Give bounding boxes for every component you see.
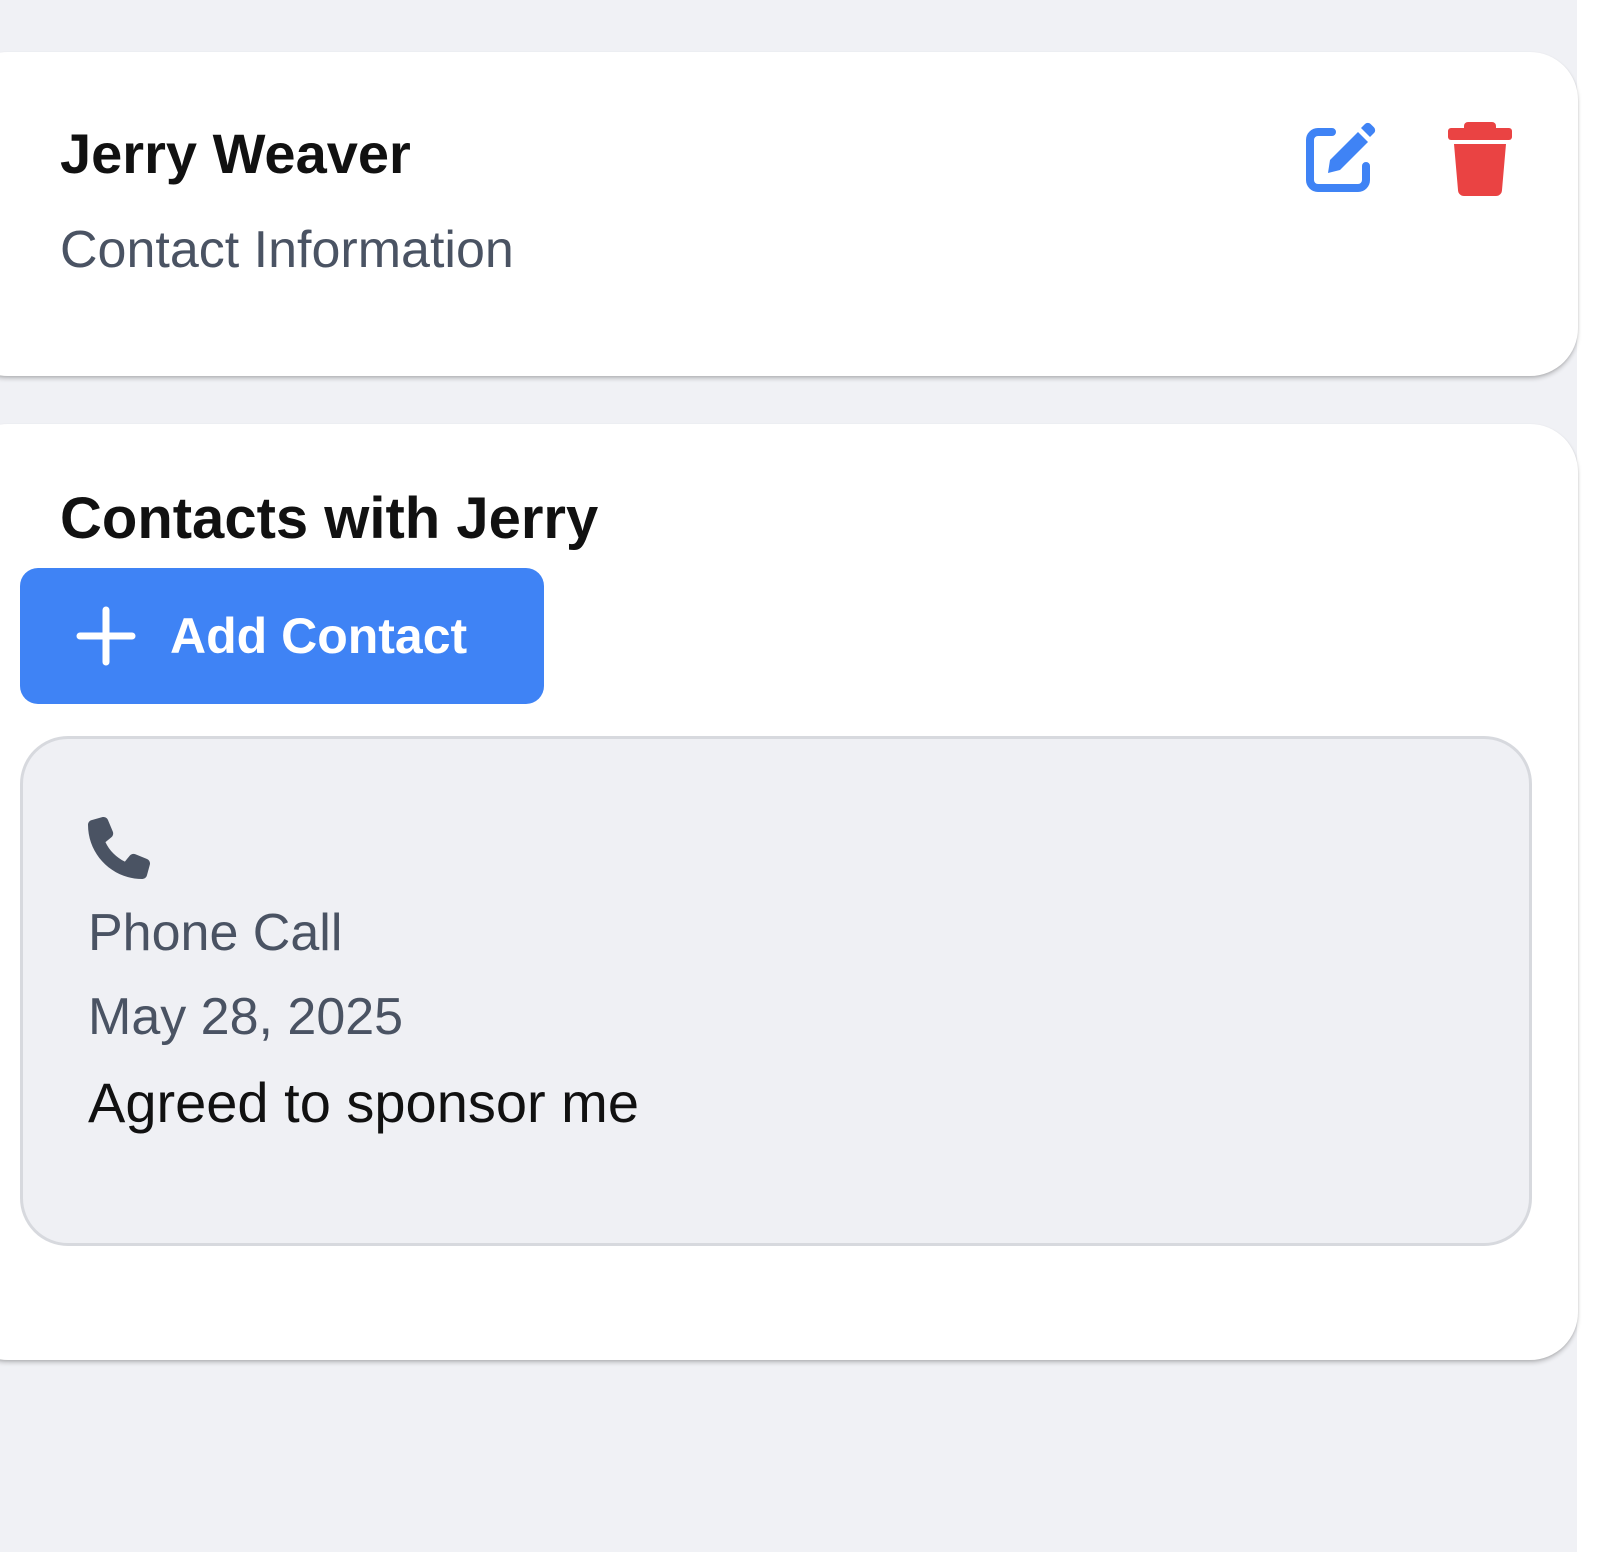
edit-button[interactable]	[1300, 118, 1380, 198]
person-header-card	[0, 52, 1578, 376]
trash-icon	[1448, 122, 1512, 196]
contacts-section-title: Contacts with Jerry	[60, 486, 599, 551]
delete-button[interactable]	[1440, 118, 1520, 198]
page-subtitle: Contact Information	[60, 221, 514, 279]
edit-icon	[1306, 122, 1376, 192]
contact-type: Phone Call	[88, 904, 343, 962]
plus-icon	[76, 606, 136, 666]
add-contact-button[interactable]: Add Contact	[20, 568, 544, 704]
person-name: Jerry Weaver	[60, 122, 411, 185]
contact-date: May 28, 2025	[88, 988, 404, 1046]
phone-icon	[88, 817, 150, 879]
add-contact-label: Add Contact	[170, 608, 468, 664]
window-edge	[1577, 0, 1600, 1552]
contact-item[interactable]: Phone Call May 28, 2025 Agreed to sponso…	[20, 736, 1532, 1246]
contact-note: Agreed to sponsor me	[88, 1071, 639, 1134]
